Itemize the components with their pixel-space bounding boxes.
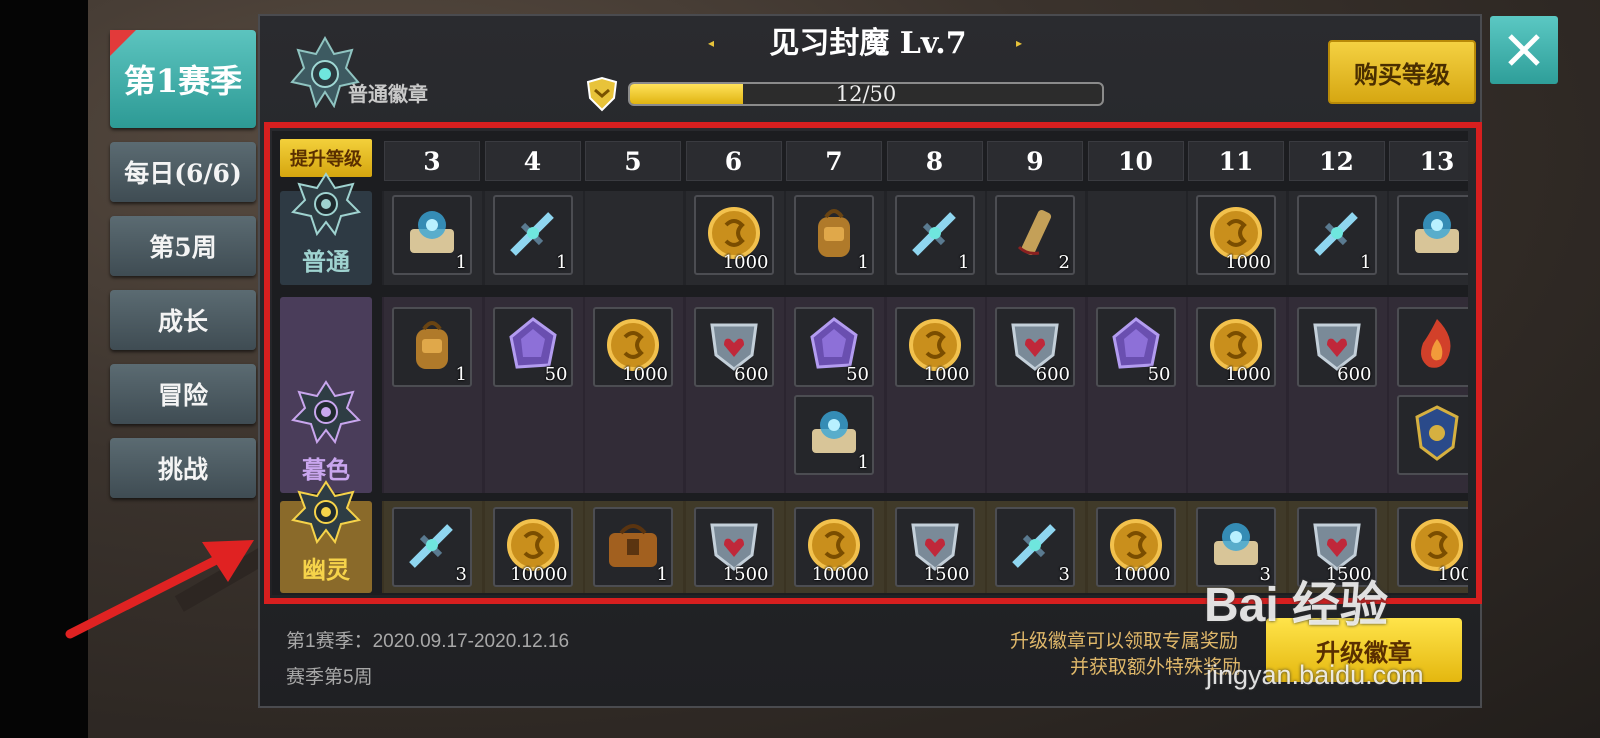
- watermark-logo: Bai 经验: [1204, 579, 1389, 632]
- title-deco-left-icon: ◂: [708, 36, 715, 50]
- annotation-arrow-icon: [65, 540, 254, 639]
- season-tab-1[interactable]: 每日(6/6): [110, 142, 256, 202]
- season-tab-2[interactable]: 第5周: [110, 216, 256, 276]
- close-icon: [1508, 34, 1540, 66]
- level-title: 见习封魔 Lv.7: [769, 26, 967, 61]
- close-button[interactable]: [1490, 16, 1558, 84]
- progress-text: 12/50: [835, 82, 897, 106]
- season-tab-0[interactable]: 第1赛季: [110, 30, 256, 128]
- highlight-frame: [264, 122, 1482, 604]
- season-tab-3[interactable]: 成长: [110, 290, 256, 350]
- buy-level-button[interactable]: 购买等级: [1328, 40, 1476, 104]
- title-deco-right-icon: ▸: [1016, 36, 1023, 50]
- level-progress-bar: 12/50: [628, 82, 1104, 106]
- badge-label: 普通徽章: [348, 82, 428, 106]
- season-tab-4[interactable]: 冒险: [110, 364, 256, 424]
- watermark-url: jingyan.baidu.com: [1206, 660, 1424, 690]
- season-week: 赛季第5周: [286, 667, 373, 688]
- season-tab-5[interactable]: 挑战: [110, 438, 256, 498]
- season-dates: 第1赛季：2020.09.17-2020.12.16: [286, 631, 570, 652]
- level-shield-icon: [586, 76, 618, 112]
